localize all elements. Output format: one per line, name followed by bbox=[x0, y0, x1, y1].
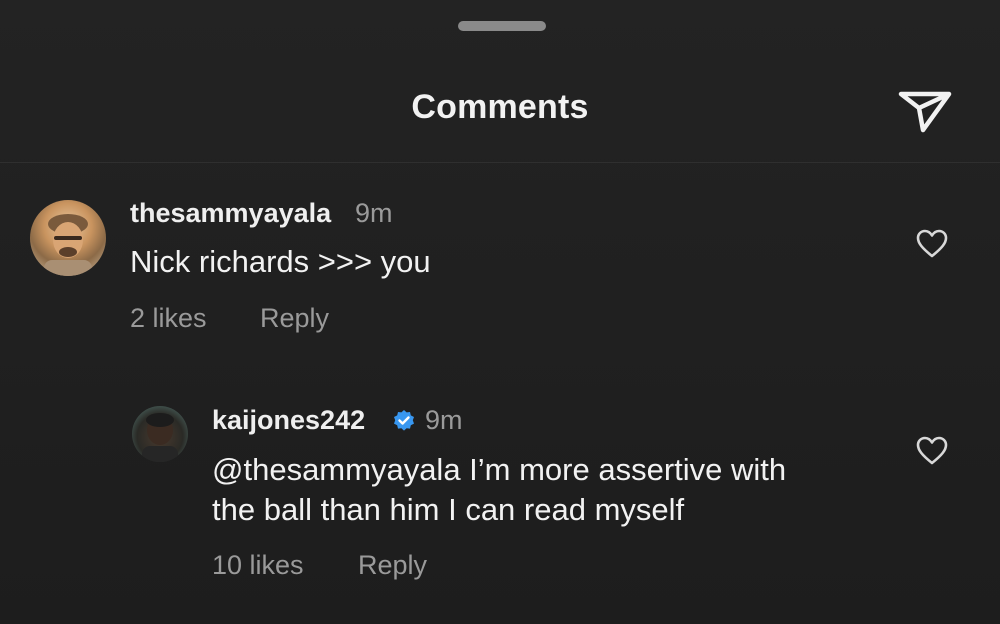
like-button[interactable] bbox=[916, 436, 948, 466]
comment-username[interactable]: kaijones242 bbox=[212, 405, 365, 436]
paper-plane-icon bbox=[898, 91, 952, 133]
like-button[interactable] bbox=[916, 229, 948, 259]
avatar-photo bbox=[44, 214, 92, 276]
comment-timestamp: 9m bbox=[425, 405, 463, 435]
reply-button[interactable]: Reply bbox=[358, 550, 427, 581]
likes-count[interactable]: 10 likes bbox=[212, 550, 304, 581]
verified-badge-icon bbox=[392, 409, 416, 433]
heart-outline-icon bbox=[916, 436, 948, 465]
comment-text: Nick richards >>> you bbox=[130, 244, 431, 279]
page-title: Comments bbox=[411, 88, 589, 126]
avatar[interactable] bbox=[132, 406, 188, 462]
avatar[interactable] bbox=[30, 200, 106, 276]
comment-timestamp: 9m bbox=[355, 198, 393, 228]
comment-username[interactable]: thesammyayala bbox=[130, 198, 331, 229]
avatar-photo bbox=[142, 413, 178, 462]
share-button[interactable] bbox=[893, 82, 957, 138]
reply-button[interactable]: Reply bbox=[260, 303, 329, 334]
heart-outline-icon bbox=[916, 229, 948, 258]
comment-text-line-1: @thesammyayala I’m more assertive with bbox=[212, 452, 787, 487]
comments-sheet: Comments thesammyayala 9m Nick richards … bbox=[0, 0, 1000, 624]
comment-text-line-2: the ball than him I can read myself bbox=[212, 492, 685, 527]
header-divider bbox=[0, 162, 1000, 163]
drag-handle[interactable] bbox=[458, 21, 546, 31]
likes-count[interactable]: 2 likes bbox=[130, 303, 207, 334]
